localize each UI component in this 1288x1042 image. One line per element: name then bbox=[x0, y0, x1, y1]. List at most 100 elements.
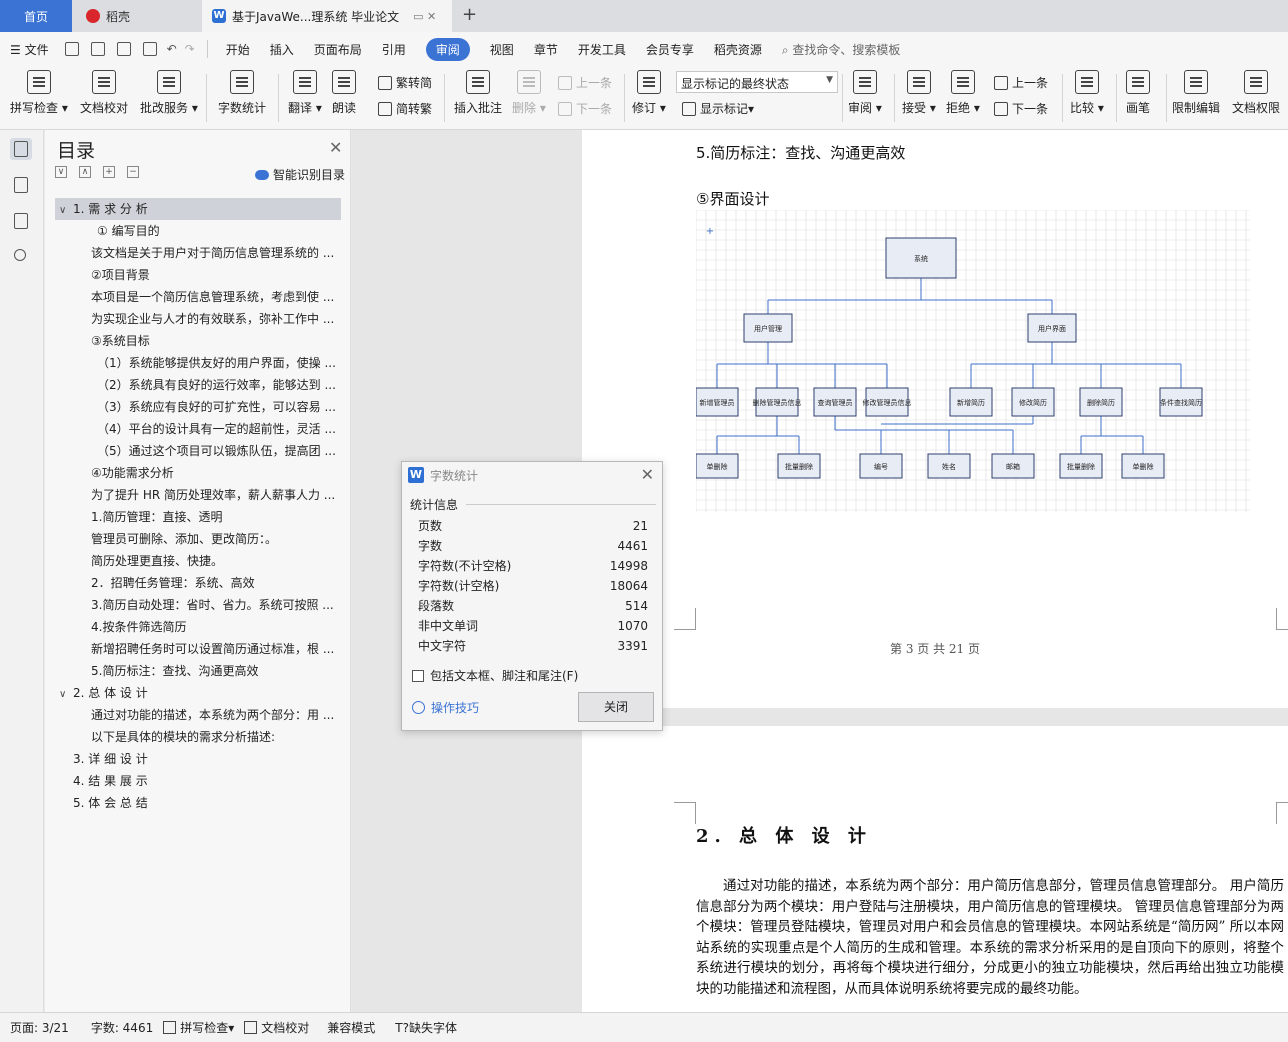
toc-item[interactable]: 3.简历自动处理：省时、省力。系统可按照 ... bbox=[55, 594, 341, 616]
menu-file[interactable]: ☰ 文件 bbox=[10, 41, 49, 58]
toc-item[interactable]: 简历处理更直接、快捷。 bbox=[55, 550, 341, 572]
smart-toc-button[interactable]: 智能识别目录 bbox=[255, 166, 345, 183]
page-indicator[interactable]: 页面: 3/21 bbox=[10, 1019, 69, 1036]
show-markup-button[interactable]: 显示标记 ▾ bbox=[682, 100, 754, 117]
tab-document[interactable]: W 基于JavaWe...理系统 毕业论文 ▭ ✕ bbox=[202, 0, 452, 32]
menu-layout[interactable]: 页面布局 bbox=[314, 41, 362, 58]
chevron-down-icon[interactable]: ∨ bbox=[59, 684, 73, 704]
close-icon[interactable]: ✕ bbox=[641, 465, 654, 484]
toc-item[interactable]: 以下是具体的模块的需求分析描述: bbox=[55, 726, 341, 748]
toc-item[interactable]: 该文档是关于用户对于简历信息管理系统的 ... bbox=[55, 242, 341, 264]
toc-item[interactable]: ∨ 2. 总 体 设 计 bbox=[55, 682, 341, 704]
toc-item[interactable]: 5.简历标注：查找、沟通更高效 bbox=[55, 660, 341, 682]
menu-chapter[interactable]: 章节 bbox=[534, 41, 558, 58]
toc-item[interactable]: 新增招聘任务时可以设置简历通过标准，根 ... bbox=[55, 638, 341, 660]
menu-member[interactable]: 会员专享 bbox=[646, 41, 694, 58]
structure-diagram[interactable]: 系统用户管理 用户界面新增管理员 删除管理员信息 查询管理员 修改管理员信息 新增简历 修改… bbox=[696, 210, 1250, 512]
menu-insert[interactable]: 插入 bbox=[270, 41, 294, 58]
undo-icon[interactable]: ↶ bbox=[167, 42, 177, 56]
toc-icon[interactable] bbox=[10, 138, 32, 160]
trad-to-simp-button[interactable]: 繁转简 bbox=[378, 74, 432, 91]
toc-item[interactable]: 为实现企业与人才的有效联系，弥补工作中 ... bbox=[55, 308, 341, 330]
delete-comment-button[interactable]: 删除 ▾ bbox=[512, 70, 546, 116]
preview-icon[interactable] bbox=[142, 42, 157, 56]
restrict-edit-button[interactable]: 限制编辑 bbox=[1172, 70, 1220, 116]
doc-proof-status[interactable]: 文档校对 bbox=[244, 1019, 309, 1036]
toc-item[interactable]: （1）系统能够提供友好的用户界面，使操 ... bbox=[55, 352, 341, 374]
menu-reference[interactable]: 引用 bbox=[382, 41, 406, 58]
menu-view[interactable]: 视图 bbox=[490, 41, 514, 58]
toc-item[interactable]: ∨ 1. 需 求 分 析 bbox=[55, 198, 341, 220]
reject-button[interactable]: 拒绝 ▾ bbox=[946, 70, 980, 116]
toc-item[interactable]: 3. 详 细 设 计 bbox=[55, 748, 341, 770]
toc-item[interactable]: （2）系统具有良好的运行效率，能够达到 ... bbox=[55, 374, 341, 396]
tips-link[interactable]: 操作技巧 bbox=[412, 699, 479, 716]
close-icon[interactable]: ✕ bbox=[329, 138, 342, 157]
expand-all-icon[interactable]: ∧ bbox=[79, 166, 91, 178]
bookmark-icon[interactable] bbox=[10, 210, 32, 232]
toc-item[interactable]: （5）通过这个项目可以锻炼队伍，提高团 ... bbox=[55, 440, 341, 462]
prev-comment-button[interactable]: 上一条 bbox=[558, 74, 612, 91]
collapse-all-icon[interactable]: ∨ bbox=[55, 166, 67, 178]
include-textbox-checkbox[interactable]: 包括文本框、脚注和尾注(F) bbox=[412, 667, 578, 684]
toc-item[interactable]: 1.简历管理：直接、透明 bbox=[55, 506, 341, 528]
toc-item[interactable]: ① 编写目的 bbox=[55, 220, 341, 242]
new-tab-button[interactable]: + bbox=[462, 4, 477, 25]
compare-button[interactable]: 比较 ▾ bbox=[1070, 70, 1104, 116]
toc-item[interactable]: 为了提升 HR 简历处理效率，薪人薪事人力 ... bbox=[55, 484, 341, 506]
batch-service-button[interactable]: 批改服务 ▾ bbox=[140, 70, 198, 116]
track-changes-button[interactable]: 修订 ▾ bbox=[632, 70, 666, 116]
review-pane-button[interactable]: 审阅 ▾ bbox=[848, 70, 882, 116]
toc-item[interactable]: 4. 结 果 展 示 bbox=[55, 770, 341, 792]
prev-change-button[interactable]: 上一条 bbox=[994, 74, 1048, 91]
toc-item[interactable]: 5. 体 会 总 结 bbox=[55, 792, 341, 814]
tab-close-icon[interactable]: ▭ ✕ bbox=[413, 10, 436, 23]
spell-check-button[interactable]: 拼写检查 ▾ bbox=[10, 70, 68, 116]
next-comment-button[interactable]: 下一条 bbox=[558, 100, 612, 117]
accept-button[interactable]: 接受 ▾ bbox=[902, 70, 936, 116]
translate-button[interactable]: 翻译 ▾ bbox=[288, 70, 322, 116]
menu-resources[interactable]: 稻壳资源 bbox=[714, 41, 762, 58]
smart-toc-label: 智能识别目录 bbox=[273, 168, 346, 182]
pen-button[interactable]: 画笔 bbox=[1126, 70, 1150, 116]
tab-home[interactable]: 首页 bbox=[0, 0, 72, 32]
toc-item[interactable]: （3）系统应有良好的可扩充性，可以容易 ... bbox=[55, 396, 341, 418]
menu-devtools[interactable]: 开发工具 bbox=[578, 41, 626, 58]
doc-rights-button[interactable]: 文档权限 bbox=[1232, 70, 1280, 116]
toc-item[interactable]: ②项目背景 bbox=[55, 264, 341, 286]
document-page[interactable]: 5.简历标注：查找、沟通更高效 ⑤界面设计 系统 用户管理 用户界面 新增管理员 删除管… bbox=[582, 130, 1288, 708]
document-page[interactable]: 2. 总 体 设 计 通过对功能的描述，本系统为两个部分：用户简历信息部分，管理… bbox=[582, 726, 1288, 1012]
search-icon[interactable] bbox=[10, 246, 32, 268]
word-count-indicator[interactable]: 字数: 4461 bbox=[91, 1019, 153, 1036]
markup-state-select[interactable]: 显示标记的最终状态 ▼ bbox=[676, 71, 838, 93]
menu-start[interactable]: 开始 bbox=[226, 41, 250, 58]
toc-item[interactable]: ③系统目标 bbox=[55, 330, 341, 352]
toc-item[interactable]: 管理员可删除、添加、更改简历：。 bbox=[55, 528, 341, 550]
toc-item[interactable]: 2．招聘任务管理：系统、高效 bbox=[55, 572, 341, 594]
chevron-down-icon[interactable]: ∨ bbox=[59, 200, 73, 220]
doc-proof-button[interactable]: 文档校对 bbox=[80, 70, 128, 116]
missing-font-status[interactable]: T? 缺失字体 bbox=[395, 1019, 457, 1036]
next-change-button[interactable]: 下一条 bbox=[994, 100, 1048, 117]
add-level-icon[interactable]: + bbox=[103, 166, 115, 178]
toc-item[interactable]: 本项目是一个简历信息管理系统，考虑到使 ... bbox=[55, 286, 341, 308]
tab-daoke[interactable]: 稻壳 bbox=[74, 0, 200, 32]
toc-item[interactable]: 4.按条件筛选简历 bbox=[55, 616, 341, 638]
toc-item[interactable]: ④功能需求分析 bbox=[55, 462, 341, 484]
redo-icon[interactable]: ↷ bbox=[185, 42, 195, 56]
toc-item[interactable]: （4）平台的设计具有一定的超前性，灵活 ... bbox=[55, 418, 341, 440]
simp-to-trad-button[interactable]: 简转繁 bbox=[378, 100, 432, 117]
word-count-button[interactable]: 字数统计 bbox=[218, 70, 266, 116]
command-search[interactable]: ⌕ 查找命令、搜索模板 bbox=[782, 41, 901, 58]
toc-item[interactable]: 通过对功能的描述，本系统为两个部分：用 ... bbox=[55, 704, 341, 726]
read-aloud-button[interactable]: 朗读 bbox=[332, 70, 356, 116]
remove-level-icon[interactable]: − bbox=[127, 166, 139, 178]
close-button[interactable]: 关闭 bbox=[578, 692, 654, 722]
export-icon[interactable] bbox=[90, 42, 105, 56]
chapter-nav-icon[interactable] bbox=[10, 174, 32, 196]
insert-comment-button[interactable]: 插入批注 bbox=[454, 70, 502, 116]
save-icon[interactable] bbox=[64, 42, 79, 56]
menu-review[interactable]: 审阅 bbox=[425, 37, 470, 61]
print-icon[interactable] bbox=[116, 42, 131, 56]
spell-check-status[interactable]: 拼写检查 ▾ bbox=[163, 1019, 234, 1036]
